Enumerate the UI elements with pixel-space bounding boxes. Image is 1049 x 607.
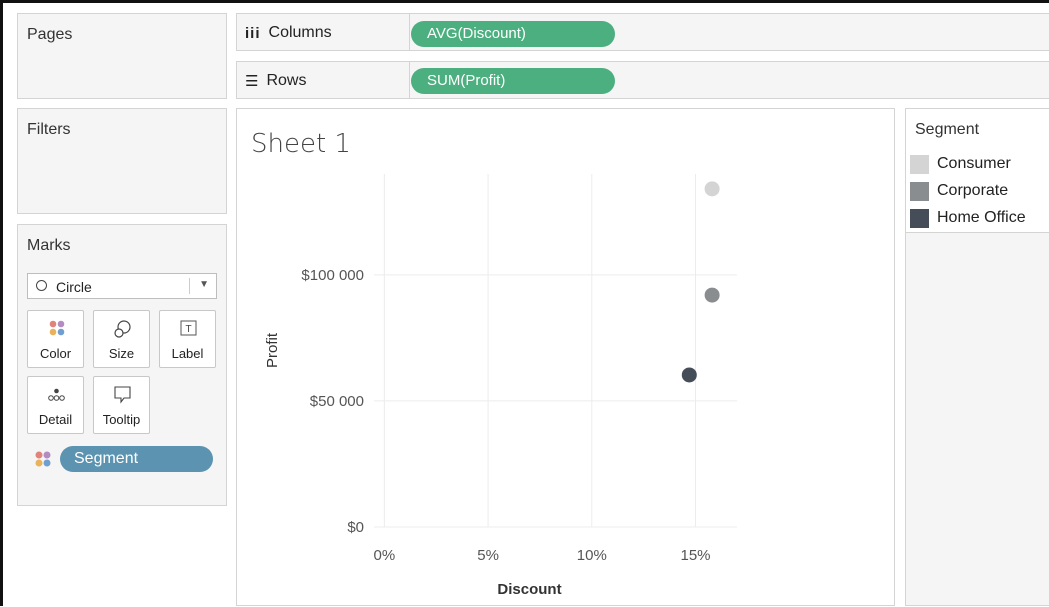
chevron-down-icon: ▼	[199, 279, 209, 290]
size-button-label: Size	[108, 346, 135, 361]
scatter-chart: 0% 5% 10% 15% $0 $50 000 $100 000 Discount Profi…	[264, 174, 737, 598]
filters-title: Filters	[27, 121, 71, 138]
consumer-swatch	[910, 154, 929, 174]
detail-button[interactable]: Detail	[27, 376, 84, 434]
shelf-divider	[409, 62, 410, 98]
columns-label: Columns	[268, 24, 332, 41]
detail-button-label: Detail	[38, 412, 73, 427]
tooltip-icon	[114, 386, 131, 404]
legend-item-label: Corporate	[937, 182, 1009, 199]
text-label-icon: T	[180, 320, 197, 336]
marks-title: Marks	[27, 237, 71, 254]
filters-card[interactable]: Filters	[17, 108, 227, 214]
segment-pill[interactable]: Segment	[60, 446, 213, 472]
data-point	[704, 181, 720, 197]
x-tick-label: 5%	[477, 547, 499, 564]
columns-pill[interactable]: AVG(Discount)	[411, 21, 615, 47]
svg-text:T: T	[185, 324, 191, 335]
data-point	[704, 287, 720, 303]
legend-title: Segment	[915, 121, 980, 138]
color-dots-icon	[49, 320, 65, 336]
tooltip-button-label: Tooltip	[102, 412, 141, 427]
x-tick-label: 15%	[680, 547, 710, 564]
data-point	[681, 367, 697, 383]
mark-type-value: Circle	[56, 279, 92, 295]
rows-shelf-label: ☰ Rows	[245, 72, 306, 90]
mark-type-dropdown[interactable]: Circle ▼	[27, 273, 217, 299]
corporate-swatch	[910, 181, 929, 201]
size-button[interactable]: Size	[93, 310, 150, 368]
dropdown-separator	[189, 278, 190, 294]
label-button[interactable]: T Label	[159, 310, 216, 368]
label-button-label: Label	[171, 346, 204, 361]
size-icon	[114, 320, 131, 338]
rows-icon: ☰	[245, 73, 259, 90]
rows-pill[interactable]: SUM(Profit)	[411, 68, 615, 94]
legend-item-label: Home Office	[937, 209, 1026, 226]
home-office-swatch	[910, 208, 929, 228]
legend-item-corporate[interactable]: Corporate	[910, 181, 1008, 201]
detail-dots-icon	[48, 388, 65, 401]
legend-item-home-office[interactable]: Home Office	[910, 208, 1026, 228]
color-button-label: Color	[39, 346, 72, 361]
pages-title: Pages	[27, 26, 73, 43]
y-axis-title: Profit	[264, 332, 281, 368]
marks-card: Marks Circle ▼ Color Size T Label Detail…	[17, 224, 227, 506]
color-encoding-icon	[35, 451, 51, 467]
columns-shelf[interactable]: iii Columns AVG(Discount)	[236, 13, 1049, 51]
x-tick-label: 0%	[374, 547, 396, 564]
legend-area	[905, 233, 1049, 606]
legend-item-label: Consumer	[937, 155, 1011, 172]
rows-shelf[interactable]: ☰ Rows SUM(Profit)	[236, 61, 1049, 99]
shelf-divider	[409, 14, 410, 50]
worksheet-view: Sheet 1 0% 5% 10% 15% $0 $50 000 $100 000 Disco…	[236, 108, 895, 606]
legend-item-consumer[interactable]: Consumer	[910, 154, 1011, 174]
circle-mark-icon	[36, 280, 47, 291]
y-tick-label: $0	[347, 519, 364, 536]
pages-card[interactable]: Pages	[17, 13, 227, 99]
x-axis-title: Discount	[497, 581, 561, 598]
color-button[interactable]: Color	[27, 310, 84, 368]
y-tick-label: $100 000	[301, 267, 364, 284]
rows-label: Rows	[266, 72, 307, 89]
tooltip-button[interactable]: Tooltip	[93, 376, 150, 434]
y-tick-label: $50 000	[310, 393, 364, 410]
columns-icon: iii	[245, 24, 261, 42]
segment-legend[interactable]: Segment Consumer Corporate Home Office	[905, 108, 1049, 233]
columns-shelf-label: iii Columns	[245, 24, 332, 42]
x-tick-label: 10%	[577, 547, 607, 564]
